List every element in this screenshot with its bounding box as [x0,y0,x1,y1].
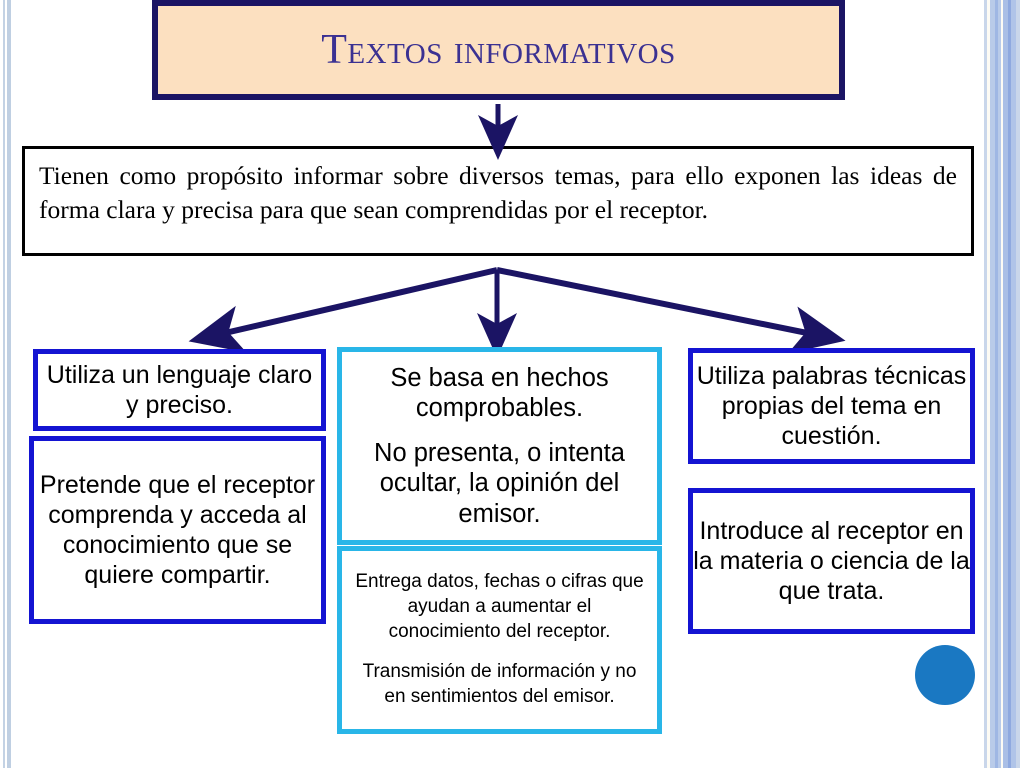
left-column-box-language-text: Utiliza un lenguaje claro y preciso. [46,361,313,419]
right-edge-stripe-decoration [982,0,1024,768]
right-column-box-technical-words: Utiliza palabras técnicas propias del te… [688,348,975,464]
left-column-box-language: Utiliza un lenguaje claro y preciso. [33,349,326,431]
left-column-box-comprehension-text: Pretende que el receptor comprenda y acc… [39,471,316,589]
middle-column-box-facts-text-2: No presenta, o intenta ocultar, la opini… [374,438,625,528]
right-column-box-technical-words-text: Utiliza palabras técnicas propias del te… [696,362,967,450]
description-box: Tienen como propósito informar sobre div… [22,146,974,256]
title-box: Textos informativos [152,0,845,100]
middle-column-box-facts: Se basa en hechos comprobables. No prese… [337,347,662,545]
blue-dot-decoration [915,645,975,705]
arrow-description-to-right-column [496,267,846,354]
arrow-description-to-left-column [188,267,498,353]
left-edge-stripe-decoration [0,0,14,768]
middle-column-box-data: Entrega datos, fechas o cifras que ayuda… [337,546,662,734]
left-column-box-comprehension: Pretende que el receptor comprenda y acc… [29,436,326,624]
middle-column-box-data-text-2: Transmisión de información y no en senti… [362,661,637,708]
middle-column-box-data-text-1: Entrega datos, fechas o cifras que ayuda… [355,571,644,642]
slide-canvas: Textos informativos Tienen como propósit… [0,0,1024,768]
middle-column-box-facts-text-1: Se basa en hechos comprobables. [390,363,609,423]
right-column-box-introduces-subject: Introduce al receptor en la materia o ci… [688,488,975,634]
description-text: Tienen como propósito informar sobre div… [39,161,957,224]
right-column-box-introduces-subject-text: Introduce al receptor en la materia o ci… [693,517,970,605]
page-title: Textos informativos [321,27,676,73]
